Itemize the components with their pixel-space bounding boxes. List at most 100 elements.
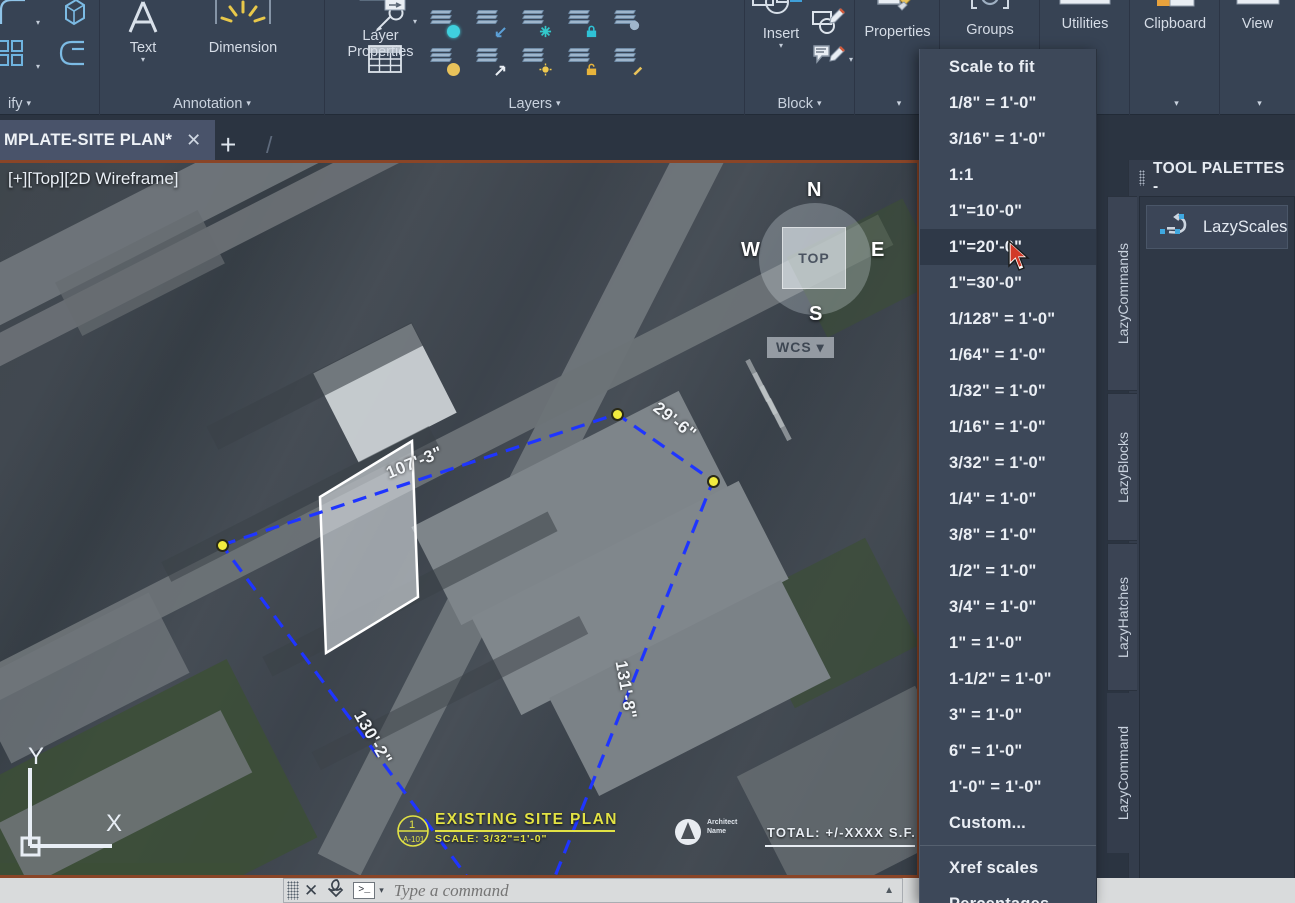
ribbon-panel-label-annotation[interactable]: Annotation ▾: [100, 96, 324, 112]
menu-item-scale[interactable]: 1/4" = 1'-0": [920, 481, 1096, 517]
fillet-icon[interactable]: [0, 0, 29, 33]
edit-attribute-icon[interactable]: [811, 42, 847, 79]
titleblock-title[interactable]: EXISTING SITE PLAN: [435, 811, 618, 829]
menu-item-scale[interactable]: 1-1/2" = 1'-0": [920, 661, 1096, 697]
menu-item-custom[interactable]: Custom...: [920, 805, 1096, 841]
close-icon[interactable]: ✕: [304, 881, 318, 901]
command-history-scroll-icon[interactable]: ▲: [884, 885, 894, 896]
layer-make-current-icon[interactable]: [613, 6, 643, 36]
array-dropdown-carat[interactable]: ▾: [36, 62, 40, 71]
menu-item-percentages[interactable]: Percentages: [920, 886, 1096, 903]
edit-block-icon[interactable]: [811, 6, 847, 43]
ribbon-panel-label-block[interactable]: Block ▾: [745, 96, 854, 112]
layer-freeze-icon[interactable]: [521, 6, 552, 38]
command-input[interactable]: [393, 880, 885, 901]
compass-east-label[interactable]: E: [871, 239, 884, 262]
grip-point[interactable]: [707, 475, 720, 488]
menu-item-scale[interactable]: 6" = 1'-0": [920, 733, 1096, 769]
menu-item-xref-scales[interactable]: Xref scales: [920, 850, 1096, 886]
fillet-dropdown-carat[interactable]: ▾: [36, 18, 40, 27]
menu-item-scale[interactable]: 1" = 1'-0": [920, 625, 1096, 661]
compass-west-label[interactable]: W: [741, 239, 760, 262]
chevron-down-icon[interactable]: ▾: [379, 885, 384, 896]
3d-solid-icon[interactable]: [58, 0, 90, 33]
text-button[interactable]: Text ▾: [112, 0, 174, 65]
menu-item-scale[interactable]: 3/16" = 1'-0": [920, 121, 1096, 157]
layer-unlock-icon[interactable]: [567, 44, 597, 76]
drag-handle-icon[interactable]: [1139, 170, 1145, 186]
layer-properties-label-2: Properties: [347, 44, 414, 61]
palette-tab-lazyblocks[interactable]: LazyBlocks: [1107, 393, 1137, 541]
menu-item-scale[interactable]: 1/128" = 1'-0": [920, 301, 1096, 337]
insert-button[interactable]: Insert ▾: [745, 0, 817, 51]
file-tab-site-plan[interactable]: MPLATE-SITE PLAN* ✕: [0, 120, 216, 160]
compass-south-label[interactable]: S: [809, 303, 822, 326]
insert-dropdown-carat[interactable]: ▾: [745, 42, 817, 51]
view-button[interactable]: View: [1220, 0, 1295, 32]
array-icon[interactable]: [0, 38, 25, 73]
text-dropdown-carat[interactable]: ▾: [112, 56, 174, 65]
file-tab-bar: MPLATE-SITE PLAN* ✕ + /: [0, 115, 1295, 160]
layer-properties-button[interactable]: Layer Properties: [333, 0, 428, 61]
menu-item-scale[interactable]: 1/64" = 1'-0": [920, 337, 1096, 373]
utilities-button[interactable]: Utilities: [1040, 0, 1130, 32]
groups-button[interactable]: Groups: [940, 0, 1040, 38]
menu-item-scale[interactable]: 1"=10'-0": [920, 193, 1096, 229]
new-tab-button[interactable]: +: [220, 131, 236, 159]
scale-list-dropdown[interactable]: Scale to fit 1/8" = 1'-0" 3/16" = 1'-0" …: [919, 49, 1097, 903]
palette-tool-lazyscales[interactable]: LazyScales: [1146, 205, 1288, 249]
insert-block-icon: [745, 0, 817, 26]
compass-north-label[interactable]: N: [807, 179, 821, 202]
ribbon-panel-label-layers[interactable]: Layers ▾: [325, 96, 744, 112]
command-prompt-icon[interactable]: >_: [353, 882, 376, 899]
grip-point[interactable]: [216, 539, 229, 552]
menu-item-scale[interactable]: 1/32" = 1'-0": [920, 373, 1096, 409]
command-line-drag-handle[interactable]: [287, 881, 299, 900]
ribbon-panel-label-clipboard[interactable]: ▾: [1130, 96, 1219, 112]
menu-item-scale[interactable]: 1/2" = 1'-0": [920, 553, 1096, 589]
layer-match-icon[interactable]: [613, 44, 643, 76]
layer-thaw-icon[interactable]: [521, 44, 552, 76]
palette-tab-lazycommand[interactable]: LazyCommand: [1107, 693, 1137, 853]
menu-item-scale[interactable]: 1/8" = 1'-0": [920, 85, 1096, 121]
menu-item-scale[interactable]: 1/16" = 1'-0": [920, 409, 1096, 445]
layer-unisolate-icon[interactable]: [475, 44, 506, 76]
ribbon-panel-label-view[interactable]: ▾: [1220, 96, 1295, 112]
layer-on-icon[interactable]: [429, 6, 460, 38]
tool-palette-content[interactable]: LazyScales: [1139, 196, 1295, 903]
titleblock-scale[interactable]: SCALE: 3/32"=1'-0": [435, 833, 547, 845]
ucs-icon: Y X: [12, 743, 132, 861]
grip-point[interactable]: [611, 408, 624, 421]
file-tab-label: MPLATE-SITE PLAN*: [4, 130, 173, 149]
layer-lock-icon[interactable]: [567, 6, 597, 38]
drawing-viewport[interactable]: 107'-3" 29'-6" 130'-2" 131'-8" [+][Top][…: [0, 160, 920, 878]
menu-item-scale-to-fit[interactable]: Scale to fit: [920, 49, 1096, 85]
tool-palettes-header[interactable]: TOOL PALETTES -: [1139, 160, 1295, 195]
join-icon[interactable]: [58, 38, 90, 73]
viewcube-top-face[interactable]: TOP: [782, 227, 846, 289]
viewcube[interactable]: TOP N S E W WCS ▾: [739, 179, 889, 358]
command-line[interactable]: ✕ >_ ▾ ▲: [283, 878, 903, 903]
ribbon-panel-label-modify[interactable]: ify ▾: [0, 96, 99, 112]
titleblock-total[interactable]: TOTAL: +/-XXXX S.F.: [767, 825, 916, 840]
menu-item-scale[interactable]: 3/4" = 1'-0": [920, 589, 1096, 625]
layer-isolate-icon[interactable]: [475, 6, 506, 38]
customize-wrench-icon[interactable]: [324, 878, 344, 903]
close-icon[interactable]: ✕: [186, 130, 201, 151]
menu-item-scale[interactable]: 3/32" = 1'-0": [920, 445, 1096, 481]
dimension-button[interactable]: Dimension: [178, 0, 308, 56]
ribbon-panel-modify: ▾ ▾ ify ▾: [0, 0, 100, 115]
properties-button[interactable]: Properties: [855, 0, 940, 40]
clipboard-button[interactable]: Clipboard: [1130, 0, 1220, 32]
palette-tab-lazycommands[interactable]: LazyCommands: [1107, 196, 1137, 391]
menu-item-scale[interactable]: 1'-0" = 1'-0": [920, 769, 1096, 805]
layer-off-icon[interactable]: [429, 44, 460, 76]
menu-item-scale[interactable]: 3/8" = 1'-0": [920, 517, 1096, 553]
menu-item-scale[interactable]: 1:1: [920, 157, 1096, 193]
block-extra-carat[interactable]: ▾: [849, 55, 853, 64]
wcs-dropdown[interactable]: WCS ▾: [767, 337, 834, 358]
menu-item-scale[interactable]: 3" = 1'-0": [920, 697, 1096, 733]
viewport-label[interactable]: [+][Top][2D Wireframe]: [8, 169, 179, 189]
status-bar-left: [0, 878, 283, 903]
palette-tab-lazyhatches[interactable]: LazyHatches: [1107, 543, 1137, 691]
